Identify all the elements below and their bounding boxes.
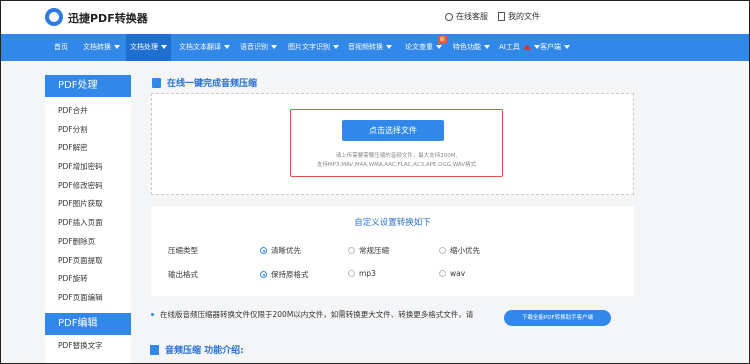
radio-icon <box>348 270 355 277</box>
nav-doc-convert[interactable]: 文档转换 <box>83 34 120 61</box>
nav-label: AI工具 <box>499 43 520 51</box>
nav-label: 客户端 <box>540 43 561 51</box>
size-limit-notice: 在线版音频压缩器转换文件仅限于200M以内文件，如需转换更大文件、转换更多格式文… <box>151 309 473 320</box>
sidebar-item-pdf-decrypt[interactable]: PDF解密 <box>45 139 131 158</box>
compress-type-label: 压缩类型 <box>168 246 198 255</box>
radio-label: 缩小优先 <box>450 246 480 255</box>
upload-tip-line2: 支持MP3,MAV,M4A,WMA,AAC,FLAC,AC3,APE,OGG,W… <box>316 162 477 168</box>
sidebar-item-pdf-insert-page[interactable]: PDF插入页面 <box>45 214 131 233</box>
main-nav: 首页 文档转换 文档处理 文档文本翻译 语音识别 图片文字识别 音视频转换 论文… <box>1 34 749 61</box>
hot-arrow-icon <box>522 44 531 50</box>
nav-label: 文档处理 <box>130 43 158 51</box>
nav-label: 论文查重 <box>405 43 433 51</box>
nav-label: 文档转换 <box>83 43 111 51</box>
service-label: 在线客服 <box>456 12 488 21</box>
sidebar-item-pdf-add-password[interactable]: PDF增加密码 <box>45 158 131 177</box>
nav-speech[interactable]: 语音识别 <box>240 34 277 61</box>
nav-label: 特色功能 <box>453 43 481 51</box>
chevron-down-icon <box>271 45 277 49</box>
top-header: 迅捷PDF转换器 在线客服 我的文件 <box>1 1 749 34</box>
radio-format-mp3[interactable]: mp3 <box>348 269 376 278</box>
my-files-link[interactable]: 我的文件 <box>498 11 540 22</box>
upload-tip-line1: 请上传需要需要压缩的音频文件，最大支持200M, <box>335 153 458 159</box>
radio-icon <box>439 270 446 277</box>
radio-format-wav[interactable]: wav <box>439 269 465 278</box>
nav-doc-process[interactable]: 文档处理 <box>126 34 171 61</box>
nav-plagiarism[interactable]: 论文查重 <box>405 34 442 61</box>
radio-label: 清晰优先 <box>271 246 301 255</box>
nav-ocr[interactable]: 图片文字识别 <box>288 34 339 61</box>
settings-title: 自定义设置转换如下 <box>354 218 431 228</box>
select-file-button[interactable]: 点击选择文件 <box>342 120 444 141</box>
radio-compress-normal[interactable]: 常规压缩 <box>348 245 389 256</box>
nav-doc-translate[interactable]: 文档文本翻译 <box>179 34 230 61</box>
nav-label: 图片文字识别 <box>288 43 330 51</box>
chevron-down-icon <box>533 45 540 49</box>
nav-label: 首页 <box>54 43 68 51</box>
bullet-icon <box>151 313 154 316</box>
my-files-label: 我的文件 <box>508 12 540 21</box>
intro-heading: 音频压缩 功能介绍: <box>150 343 244 356</box>
sidebar-item-pdf-replace-text[interactable]: PDF替换文字 <box>45 337 131 356</box>
radio-label: 保持原格式 <box>271 270 309 279</box>
sidebar-item-pdf-split[interactable]: PDF分割 <box>45 121 131 140</box>
radio-selected-icon <box>260 271 267 278</box>
nav-client[interactable]: 客户端 <box>540 34 570 61</box>
nav-label: 音视频转换 <box>348 43 383 51</box>
sidebar-item-pdf-change-password[interactable]: PDF修改密码 <box>45 177 131 196</box>
chevron-down-icon <box>386 45 392 49</box>
chevron-down-icon <box>564 45 570 49</box>
nav-label: 文档文本翻译 <box>179 43 221 51</box>
logo-icon[interactable] <box>45 8 63 26</box>
document-icon <box>152 77 161 88</box>
nav-av-convert[interactable]: 音视频转换 <box>348 34 392 61</box>
settings-card: 自定义设置转换如下 <box>151 206 634 296</box>
radio-icon <box>348 247 355 254</box>
chevron-down-icon <box>436 45 442 49</box>
nav-home[interactable]: 首页 <box>54 34 68 61</box>
chevron-down-icon <box>161 45 167 49</box>
radio-format-keep[interactable]: 保持原格式 <box>260 269 309 280</box>
radio-label: mp3 <box>359 269 376 278</box>
radio-selected-icon <box>260 247 267 254</box>
output-format-label: 输出格式 <box>168 270 198 279</box>
service-link[interactable]: 在线客服 <box>445 11 488 22</box>
sidebar-item-pdf-image-extract[interactable]: PDF图片获取 <box>45 195 131 214</box>
nav-features[interactable]: 特色功能 <box>453 34 490 61</box>
page-title: 在线一键完成音频压缩 <box>167 79 258 89</box>
chevron-down-icon <box>224 45 230 49</box>
logo-text[interactable]: 迅捷PDF转换器 <box>68 10 148 26</box>
intro-title: 音频压缩 功能介绍: <box>165 346 244 356</box>
sidebar-item-pdf-delete-page[interactable]: PDF删除页 <box>45 233 131 252</box>
sidebar-item-pdf-page-edit[interactable]: PDF页面编辑 <box>45 289 131 308</box>
download-client-button[interactable]: 下载全能PDF转换助手客户端 <box>504 310 611 326</box>
sidebar-list: PDF合并 PDF分割 PDF解密 PDF增加密码 PDF修改密码 PDF图片获… <box>45 97 131 308</box>
document-icon <box>150 344 159 355</box>
radio-icon <box>439 247 446 254</box>
headset-icon <box>445 12 453 21</box>
radio-label: wav <box>450 269 466 278</box>
sidebar-section-pdf-process: PDF处理 <box>45 75 131 97</box>
radio-compress-small[interactable]: 缩小优先 <box>439 245 480 256</box>
section-title: 在线一键完成音频压缩 <box>152 76 257 89</box>
chevron-down-icon <box>114 45 120 49</box>
chevron-down-icon <box>333 45 339 49</box>
sidebar: PDF处理 PDF合并 PDF分割 PDF解密 PDF增加密码 PDF修改密码 … <box>45 75 131 363</box>
sidebar-item-pdf-rotate[interactable]: PDF旋转 <box>45 270 131 289</box>
radio-label: 常规压缩 <box>359 246 389 255</box>
file-icon <box>498 12 505 21</box>
sidebar-item-pdf-merge[interactable]: PDF合并 <box>45 102 131 121</box>
new-badge: 新 <box>438 36 448 44</box>
radio-compress-clear[interactable]: 清晰优先 <box>260 245 301 256</box>
nav-ai-tools[interactable]: AI工具 <box>499 34 540 61</box>
notice-text: 在线版音频压缩器转换文件仅限于200M以内文件，如需转换更大文件、转换更多格式文… <box>160 310 474 319</box>
sidebar-section-pdf-edit: PDF编辑 <box>45 312 131 335</box>
nav-label: 语音识别 <box>240 43 268 51</box>
sidebar-item-pdf-page-extract[interactable]: PDF页面提取 <box>45 252 131 271</box>
page-frame: 迅捷PDF转换器 在线客服 我的文件 首页 文档转换 文档处理 文档文本翻译 语… <box>0 0 750 364</box>
chevron-down-icon <box>484 45 490 49</box>
